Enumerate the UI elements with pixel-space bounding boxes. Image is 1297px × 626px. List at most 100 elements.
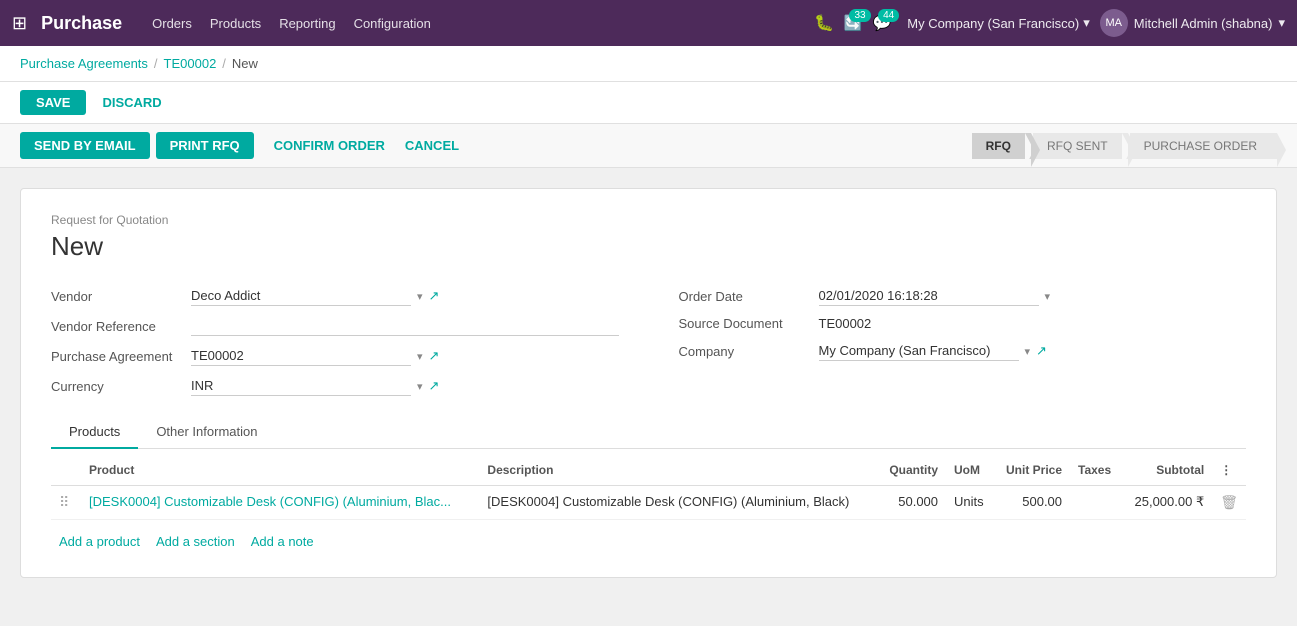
form-col-left: Vendor ▾ ↗ Vendor Reference Purchase Agr… bbox=[51, 286, 619, 396]
workflow-step-rfq-sent[interactable]: RFQ SENT bbox=[1033, 133, 1128, 159]
product-cell[interactable]: [DESK0004] Customizable Desk (CONFIG) (A… bbox=[81, 486, 479, 520]
menu-orders[interactable]: Orders bbox=[152, 12, 192, 35]
vendor-row: Vendor ▾ ↗ bbox=[51, 286, 619, 306]
drag-handle-icon[interactable]: ⠿ bbox=[59, 494, 69, 510]
tab-other-information[interactable]: Other Information bbox=[138, 416, 275, 449]
uom-cell: Units bbox=[946, 486, 994, 520]
source-doc-value: TE00002 bbox=[819, 316, 872, 331]
currency-label: Currency bbox=[51, 379, 181, 394]
add-note-link[interactable]: Add a note bbox=[251, 534, 314, 549]
col-actions-header: ⋮ bbox=[1212, 455, 1246, 486]
send-by-email-button[interactable]: SEND BY EMAIL bbox=[20, 132, 150, 159]
avatar: MA bbox=[1100, 9, 1128, 37]
workflow-step-rfq[interactable]: RFQ bbox=[972, 133, 1031, 159]
description-cell: [DESK0004] Customizable Desk (CONFIG) (A… bbox=[479, 486, 877, 520]
add-links: Add a product Add a section Add a note bbox=[51, 530, 1246, 553]
col-taxes-header: Taxes bbox=[1070, 455, 1122, 486]
main-content: Request for Quotation New Vendor ▾ ↗ Ven… bbox=[0, 168, 1297, 624]
workflow-step-purchase-order[interactable]: PURCHASE ORDER bbox=[1130, 133, 1277, 159]
user-menu[interactable]: MA Mitchell Admin (shabna) ▾ bbox=[1100, 9, 1285, 37]
purchase-agreement-field: ▾ ↗ bbox=[191, 346, 619, 366]
drag-handle-cell: ⠿ bbox=[51, 486, 81, 520]
col-description-header: Description bbox=[479, 455, 877, 486]
action-bar: SAVE DISCARD bbox=[0, 82, 1297, 124]
currency-external-link-icon[interactable]: ↗ bbox=[429, 378, 440, 394]
vendor-field: ▾ ↗ bbox=[191, 286, 619, 306]
company-name: My Company (San Francisco) bbox=[907, 16, 1079, 31]
tabs-bar: Products Other Information bbox=[51, 416, 1246, 449]
print-rfq-button[interactable]: PRINT RFQ bbox=[156, 132, 254, 159]
tab-products[interactable]: Products bbox=[51, 416, 138, 449]
quantity-cell: 50.000 bbox=[878, 486, 946, 520]
purchase-agreement-external-link-icon[interactable]: ↗ bbox=[429, 348, 440, 364]
breadcrumb-sep-1: / bbox=[154, 56, 158, 71]
top-navigation: ⊞ Purchase Orders Products Reporting Con… bbox=[0, 0, 1297, 46]
activity-badge: 33 bbox=[849, 9, 870, 22]
order-date-dropdown-icon: ▾ bbox=[1045, 290, 1051, 303]
currency-row: Currency ▾ ↗ bbox=[51, 376, 619, 396]
breadcrumb-te00002[interactable]: TE00002 bbox=[164, 56, 217, 71]
breadcrumb-sep-2: / bbox=[222, 56, 226, 71]
taxes-cell bbox=[1070, 486, 1122, 520]
currency-input[interactable] bbox=[191, 376, 411, 396]
discuss-button[interactable]: 💬44 bbox=[873, 14, 892, 32]
app-name[interactable]: Purchase bbox=[41, 13, 122, 34]
order-date-row: Order Date ▾ bbox=[679, 286, 1247, 306]
form-fields: Vendor ▾ ↗ Vendor Reference Purchase Agr… bbox=[51, 286, 1246, 396]
order-date-label: Order Date bbox=[679, 289, 809, 304]
cancel-button[interactable]: CANCEL bbox=[395, 132, 469, 159]
company-dropdown-icon: ▾ bbox=[1025, 345, 1031, 358]
purchase-agreement-label: Purchase Agreement bbox=[51, 349, 181, 364]
vendor-input[interactable] bbox=[191, 286, 411, 306]
company-input[interactable] bbox=[819, 341, 1019, 361]
col-subtotal-header: Subtotal bbox=[1122, 455, 1212, 486]
discard-button[interactable]: DISCARD bbox=[94, 90, 169, 115]
activity-button[interactable]: 🔄33 bbox=[844, 14, 863, 32]
currency-field: ▾ ↗ bbox=[191, 376, 619, 396]
table-row: ⠿ [DESK0004] Customizable Desk (CONFIG) … bbox=[51, 486, 1246, 520]
company-selector[interactable]: My Company (San Francisco) ▾ bbox=[907, 15, 1089, 31]
breadcrumb-new: New bbox=[232, 56, 258, 71]
products-table: Product Description Quantity UoM Unit Pr… bbox=[51, 455, 1246, 520]
add-section-link[interactable]: Add a section bbox=[156, 534, 235, 549]
menu-reporting[interactable]: Reporting bbox=[279, 12, 335, 35]
purchase-agreement-input[interactable] bbox=[191, 346, 411, 366]
company-row: Company ▾ ↗ bbox=[679, 341, 1247, 361]
purchase-agreement-row: Purchase Agreement ▾ ↗ bbox=[51, 346, 619, 366]
add-product-link[interactable]: Add a product bbox=[59, 534, 140, 549]
breadcrumb-purchase-agreements[interactable]: Purchase Agreements bbox=[20, 56, 148, 71]
purchase-agreement-dropdown-icon: ▾ bbox=[417, 350, 423, 363]
discuss-badge: 44 bbox=[878, 9, 899, 22]
source-doc-label: Source Document bbox=[679, 316, 809, 331]
debug-button[interactable]: 🐛 bbox=[814, 13, 834, 33]
company-field: ▾ ↗ bbox=[819, 341, 1247, 361]
grid-icon[interactable]: ⊞ bbox=[12, 13, 27, 34]
delete-cell: 🗑 bbox=[1212, 486, 1246, 520]
form-type-label: Request for Quotation bbox=[51, 213, 1246, 227]
order-date-input[interactable] bbox=[819, 286, 1039, 306]
company-label: Company bbox=[679, 344, 809, 359]
vendor-ref-row: Vendor Reference bbox=[51, 316, 619, 336]
table-more-icon[interactable]: ⋮ bbox=[1220, 463, 1232, 477]
vendor-ref-input[interactable] bbox=[191, 316, 619, 336]
save-button[interactable]: SAVE bbox=[20, 90, 86, 115]
delete-row-icon[interactable]: 🗑 bbox=[1220, 494, 1238, 510]
col-drag bbox=[51, 455, 81, 486]
form-title: New bbox=[51, 231, 1246, 262]
menu-configuration[interactable]: Configuration bbox=[354, 12, 431, 35]
col-product-header: Product bbox=[81, 455, 479, 486]
vendor-label: Vendor bbox=[51, 289, 181, 304]
subtotal-cell: 25,000.00 ₹ bbox=[1122, 486, 1212, 520]
company-dropdown-icon: ▾ bbox=[1083, 15, 1090, 31]
company-external-link-icon[interactable]: ↗ bbox=[1036, 343, 1047, 359]
vendor-external-link-icon[interactable]: ↗ bbox=[429, 288, 440, 304]
vendor-ref-field bbox=[191, 316, 619, 336]
breadcrumb: Purchase Agreements / TE00002 / New bbox=[0, 46, 1297, 82]
confirm-order-button[interactable]: CONFIRM ORDER bbox=[264, 132, 395, 159]
workflow-bar: SEND BY EMAIL PRINT RFQ CONFIRM ORDER CA… bbox=[0, 124, 1297, 168]
source-doc-row: Source Document TE00002 bbox=[679, 316, 1247, 331]
user-name: Mitchell Admin (shabna) bbox=[1134, 16, 1273, 31]
col-quantity-header: Quantity bbox=[878, 455, 946, 486]
unit-price-cell: 500.00 bbox=[994, 486, 1070, 520]
menu-products[interactable]: Products bbox=[210, 12, 261, 35]
